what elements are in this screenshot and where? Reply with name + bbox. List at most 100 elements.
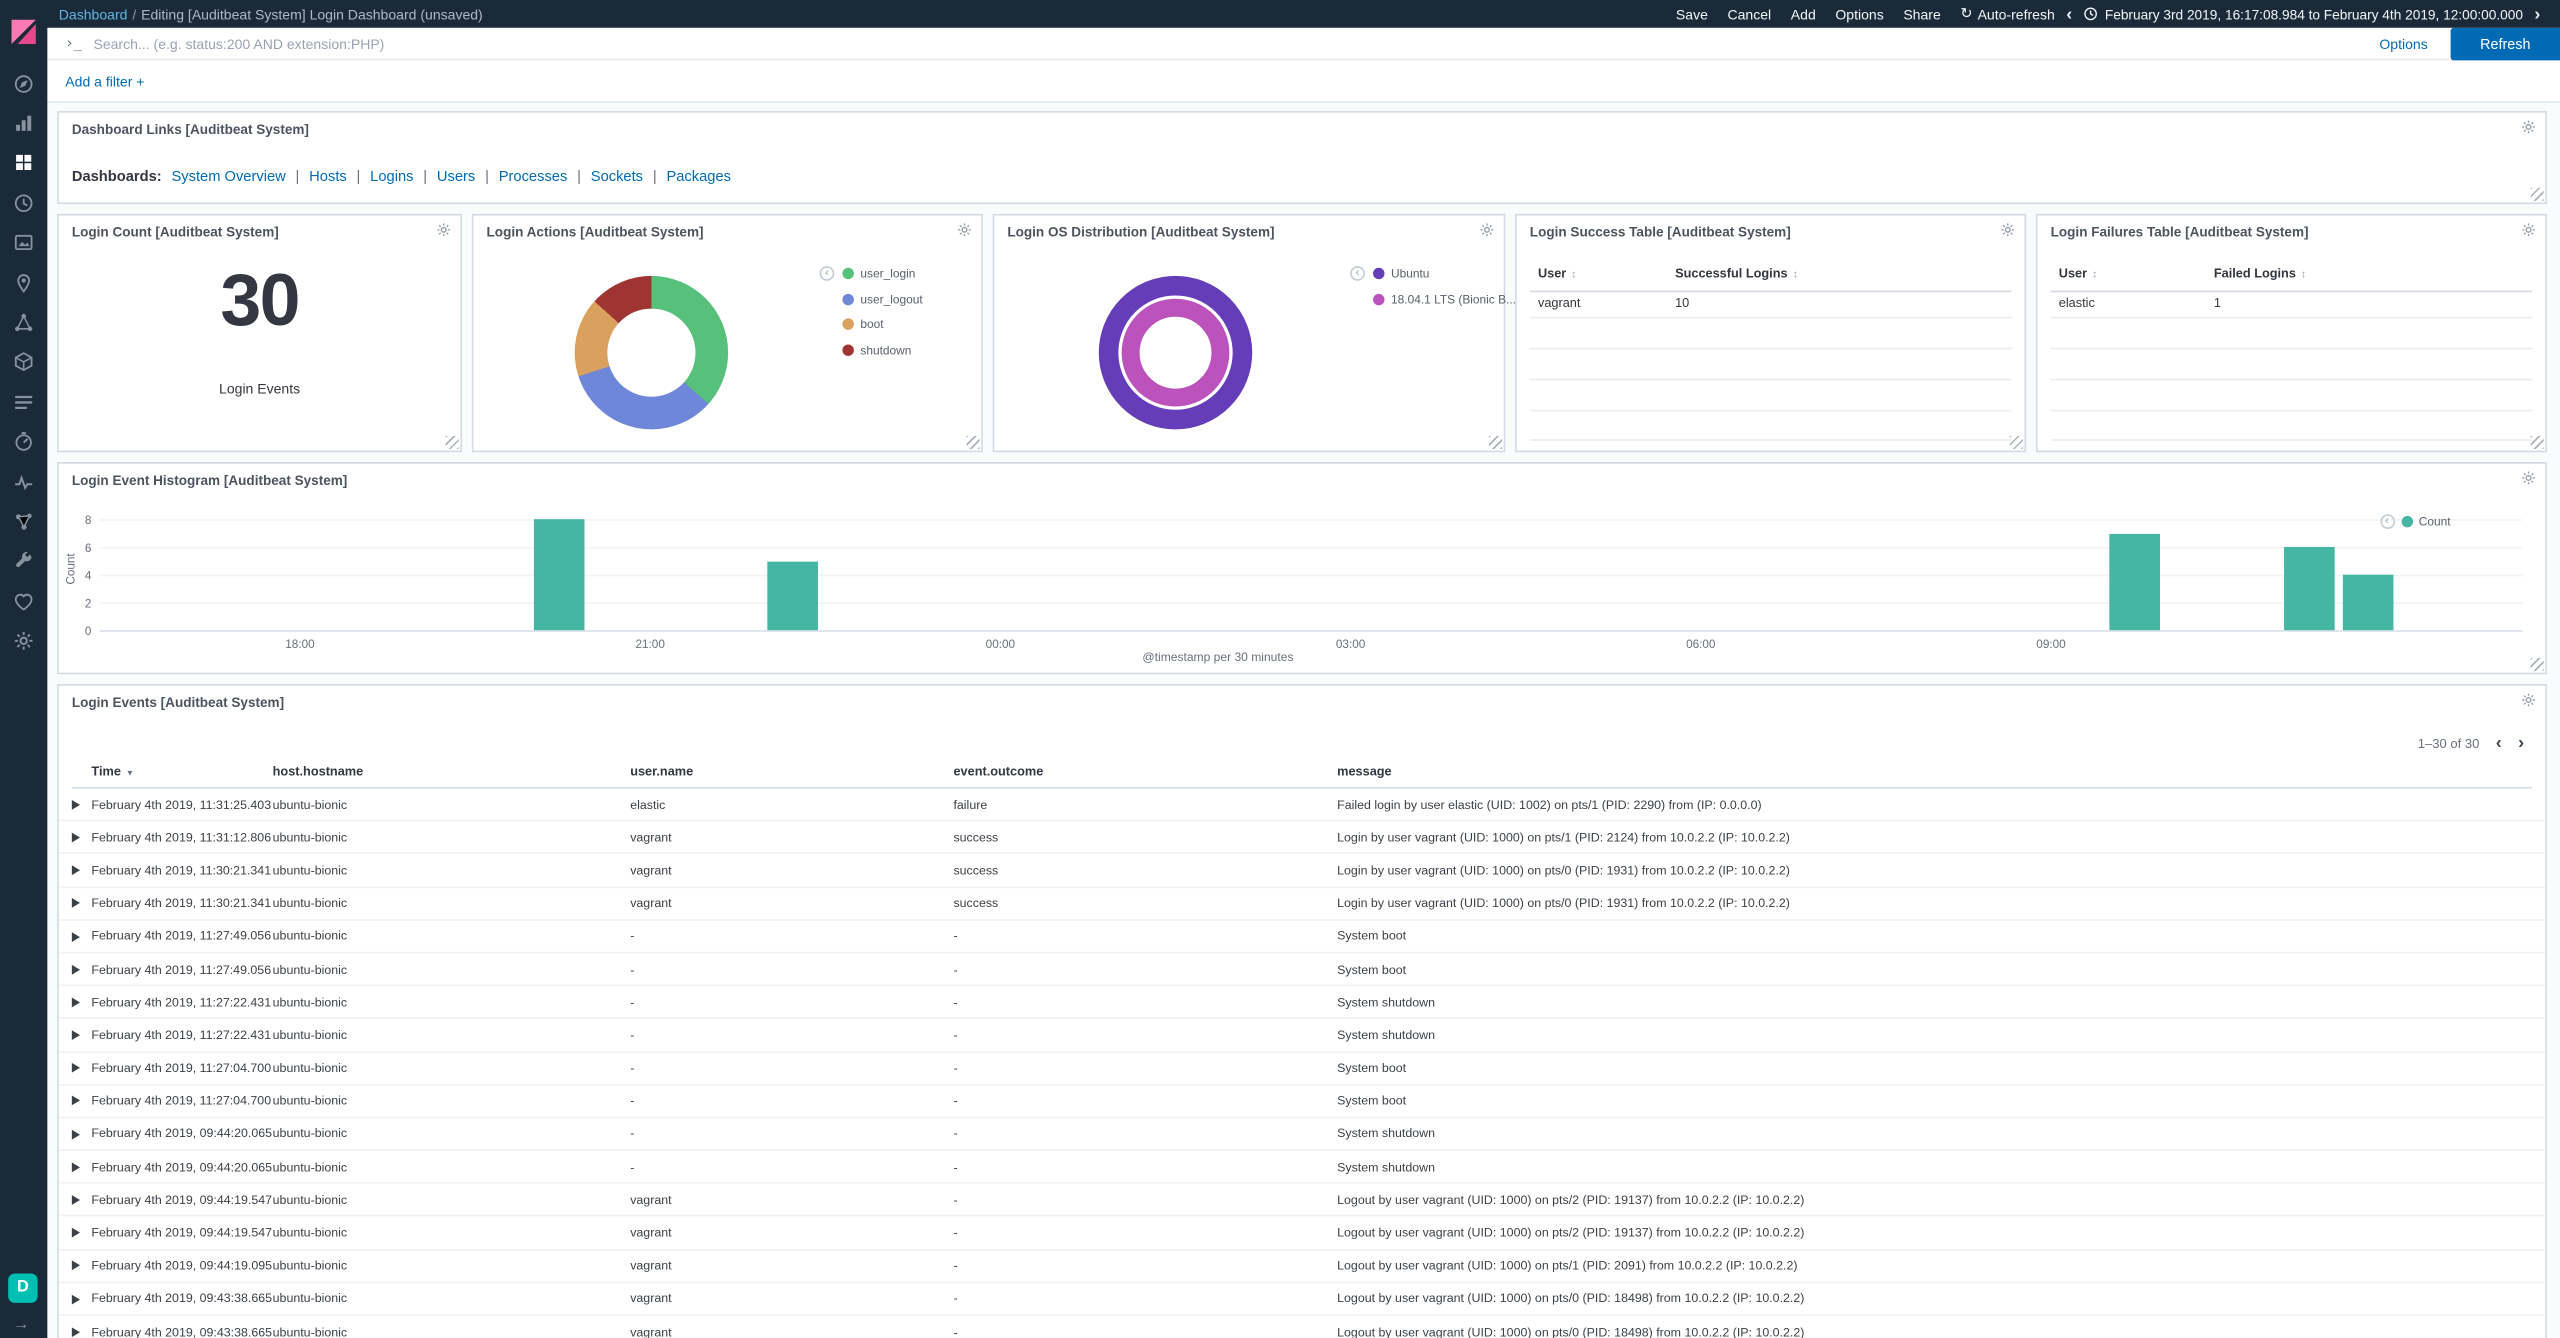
legend-item[interactable]: user_logout <box>842 291 922 306</box>
nav-collapse-arrow[interactable]: → <box>13 1315 29 1333</box>
nav-action-cancel[interactable]: Cancel <box>1727 6 1771 22</box>
pagination-next-icon[interactable]: › <box>2518 733 2524 753</box>
sidebar-item-management[interactable] <box>0 621 47 661</box>
legend-label[interactable]: Count <box>2419 514 2451 529</box>
panel-gear-button[interactable] <box>1478 222 1494 238</box>
dashboard-link-logins[interactable]: Logins <box>370 168 413 184</box>
sidebar-item-dev-tools[interactable] <box>0 542 47 582</box>
auto-refresh-button[interactable]: ↻ Auto-refresh <box>1960 5 2054 23</box>
histogram-bar[interactable] <box>2343 575 2394 631</box>
time-range-picker[interactable]: February 3rd 2019, 16:17:08.984 to Febru… <box>2084 6 2523 22</box>
sidebar-item-timelion[interactable] <box>0 183 47 223</box>
time-forward-chevron[interactable]: › <box>2534 4 2540 24</box>
nav-action-add[interactable]: Add <box>1791 6 1816 22</box>
dashboard-link-users[interactable]: Users <box>437 168 475 184</box>
column-header-host-hostname[interactable]: host.hostname <box>273 764 364 779</box>
table-row[interactable]: February 4th 2019, 11:27:49.056ubuntu-bi… <box>59 920 2546 953</box>
table-row[interactable]: February 4th 2019, 09:44:20.065ubuntu-bi… <box>59 1151 2546 1184</box>
table-row[interactable]: February 4th 2019, 09:44:19.547ubuntu-bi… <box>59 1184 2546 1217</box>
legend-item[interactable]: Ubuntu <box>1373 266 1516 281</box>
search-input[interactable] <box>93 35 2379 51</box>
panel-gear-button[interactable] <box>435 222 451 238</box>
dashboard-link-processes[interactable]: Processes <box>499 168 568 184</box>
sidebar-item-discover[interactable] <box>0 64 47 104</box>
breadcrumb-dashboard-link[interactable]: Dashboard <box>59 6 128 22</box>
expand-row-icon[interactable] <box>72 1162 80 1172</box>
column-header-user[interactable]: User↕ <box>2059 266 2098 281</box>
login-actions-donut[interactable] <box>575 276 728 429</box>
sidebar-item-machine-learning[interactable] <box>0 303 47 343</box>
nav-action-share[interactable]: Share <box>1903 6 1940 22</box>
add-filter-link[interactable]: Add a filter + <box>65 73 144 89</box>
legend-item[interactable]: user_login <box>842 266 922 281</box>
sidebar-item-visualize[interactable] <box>0 103 47 143</box>
panel-gear-button[interactable] <box>956 222 972 238</box>
table-row[interactable]: February 4th 2019, 09:44:20.065ubuntu-bi… <box>59 1118 2546 1151</box>
histogram-bar[interactable] <box>2109 533 2160 630</box>
panel-gear-button[interactable] <box>2520 222 2536 238</box>
expand-row-icon[interactable] <box>72 964 80 974</box>
column-header-user-name[interactable]: user.name <box>630 764 693 779</box>
legend-item[interactable]: 18.04.1 LTS (Bionic B... <box>1373 291 1516 306</box>
legend-item[interactable]: shutdown <box>842 342 922 357</box>
sidebar-item-apm[interactable] <box>0 422 47 462</box>
sidebar-item-monitoring[interactable] <box>0 581 47 621</box>
table-row[interactable]: February 4th 2019, 09:44:19.095ubuntu-bi… <box>59 1250 2546 1283</box>
table-row[interactable]: February 4th 2019, 11:31:25.403ubuntu-bi… <box>59 789 2546 822</box>
panel-resize-handle[interactable] <box>1489 436 1502 449</box>
column-header-time[interactable]: Time▼ <box>91 764 133 779</box>
column-header-successful-logins[interactable]: Successful Logins↕ <box>1675 266 1798 281</box>
table-row[interactable]: February 4th 2019, 09:44:19.547ubuntu-bi… <box>59 1217 2546 1250</box>
expand-row-icon[interactable] <box>72 1063 80 1073</box>
dashboard-link-sockets[interactable]: Sockets <box>591 168 643 184</box>
expand-row-icon[interactable] <box>72 932 80 942</box>
panel-resize-handle[interactable] <box>967 436 980 449</box>
table-row[interactable]: February 4th 2019, 09:43:38.665ubuntu-bi… <box>59 1283 2546 1316</box>
expand-row-icon[interactable] <box>72 997 80 1007</box>
sidebar-item-graph[interactable] <box>0 502 47 542</box>
expand-row-icon[interactable] <box>72 1129 80 1139</box>
table-row[interactable]: February 4th 2019, 11:31:12.806ubuntu-bi… <box>59 822 2546 855</box>
pagination-prev-icon[interactable]: ‹ <box>2496 733 2502 753</box>
column-header-message[interactable]: message <box>1337 764 1392 779</box>
sidebar-item-canvas[interactable] <box>0 223 47 263</box>
dashboard-link-packages[interactable]: Packages <box>666 168 731 184</box>
expand-row-icon[interactable] <box>72 800 80 810</box>
panel-gear-button[interactable] <box>1999 222 2015 238</box>
expand-row-icon[interactable] <box>72 1195 80 1205</box>
table-row[interactable]: February 4th 2019, 11:30:21.341ubuntu-bi… <box>59 854 2546 887</box>
table-row[interactable]: February 4th 2019, 11:27:04.700ubuntu-bi… <box>59 1052 2546 1085</box>
sidebar-item-maps[interactable] <box>0 263 47 303</box>
dashboard-link-hosts[interactable]: Hosts <box>309 168 347 184</box>
panel-resize-handle[interactable] <box>2531 188 2544 201</box>
sidebar-item-uptime[interactable] <box>0 462 47 502</box>
panel-resize-handle[interactable] <box>2010 436 2023 449</box>
panel-gear-button[interactable] <box>2520 692 2536 708</box>
expand-row-icon[interactable] <box>72 1228 80 1238</box>
expand-row-icon[interactable] <box>72 1327 80 1337</box>
query-options-link[interactable]: Options <box>2379 35 2427 51</box>
legend-collapse-icon[interactable]: ‹ <box>2380 514 2395 529</box>
table-row[interactable]: February 4th 2019, 11:27:22.431ubuntu-bi… <box>59 986 2546 1019</box>
dashboard-link-system-overview[interactable]: System Overview <box>171 168 285 184</box>
sidebar-item-dashboard[interactable] <box>0 143 47 183</box>
panel-gear-button[interactable] <box>2520 470 2536 486</box>
expand-row-icon[interactable] <box>72 1261 80 1271</box>
login-os-donut[interactable] <box>1099 276 1252 429</box>
sidebar-item-logs[interactable] <box>0 382 47 422</box>
column-header-user[interactable]: User↕ <box>1538 266 1577 281</box>
space-badge[interactable]: D <box>8 1273 37 1302</box>
panel-resize-handle[interactable] <box>2531 658 2544 671</box>
histogram-bar[interactable] <box>767 561 818 630</box>
panel-resize-handle[interactable] <box>2531 436 2544 449</box>
panel-gear-button[interactable] <box>2520 119 2536 135</box>
nav-action-options[interactable]: Options <box>1835 6 1883 22</box>
column-header-event-outcome[interactable]: event.outcome <box>953 764 1043 779</box>
expand-row-icon[interactable] <box>72 1030 80 1040</box>
legend-collapse-icon[interactable]: ‹ <box>1350 266 1365 281</box>
panel-resize-handle[interactable] <box>446 436 459 449</box>
expand-row-icon[interactable] <box>72 833 80 843</box>
sidebar-item-infrastructure[interactable] <box>0 342 47 382</box>
kibana-logo[interactable] <box>10 18 38 54</box>
expand-row-icon[interactable] <box>72 1294 80 1304</box>
